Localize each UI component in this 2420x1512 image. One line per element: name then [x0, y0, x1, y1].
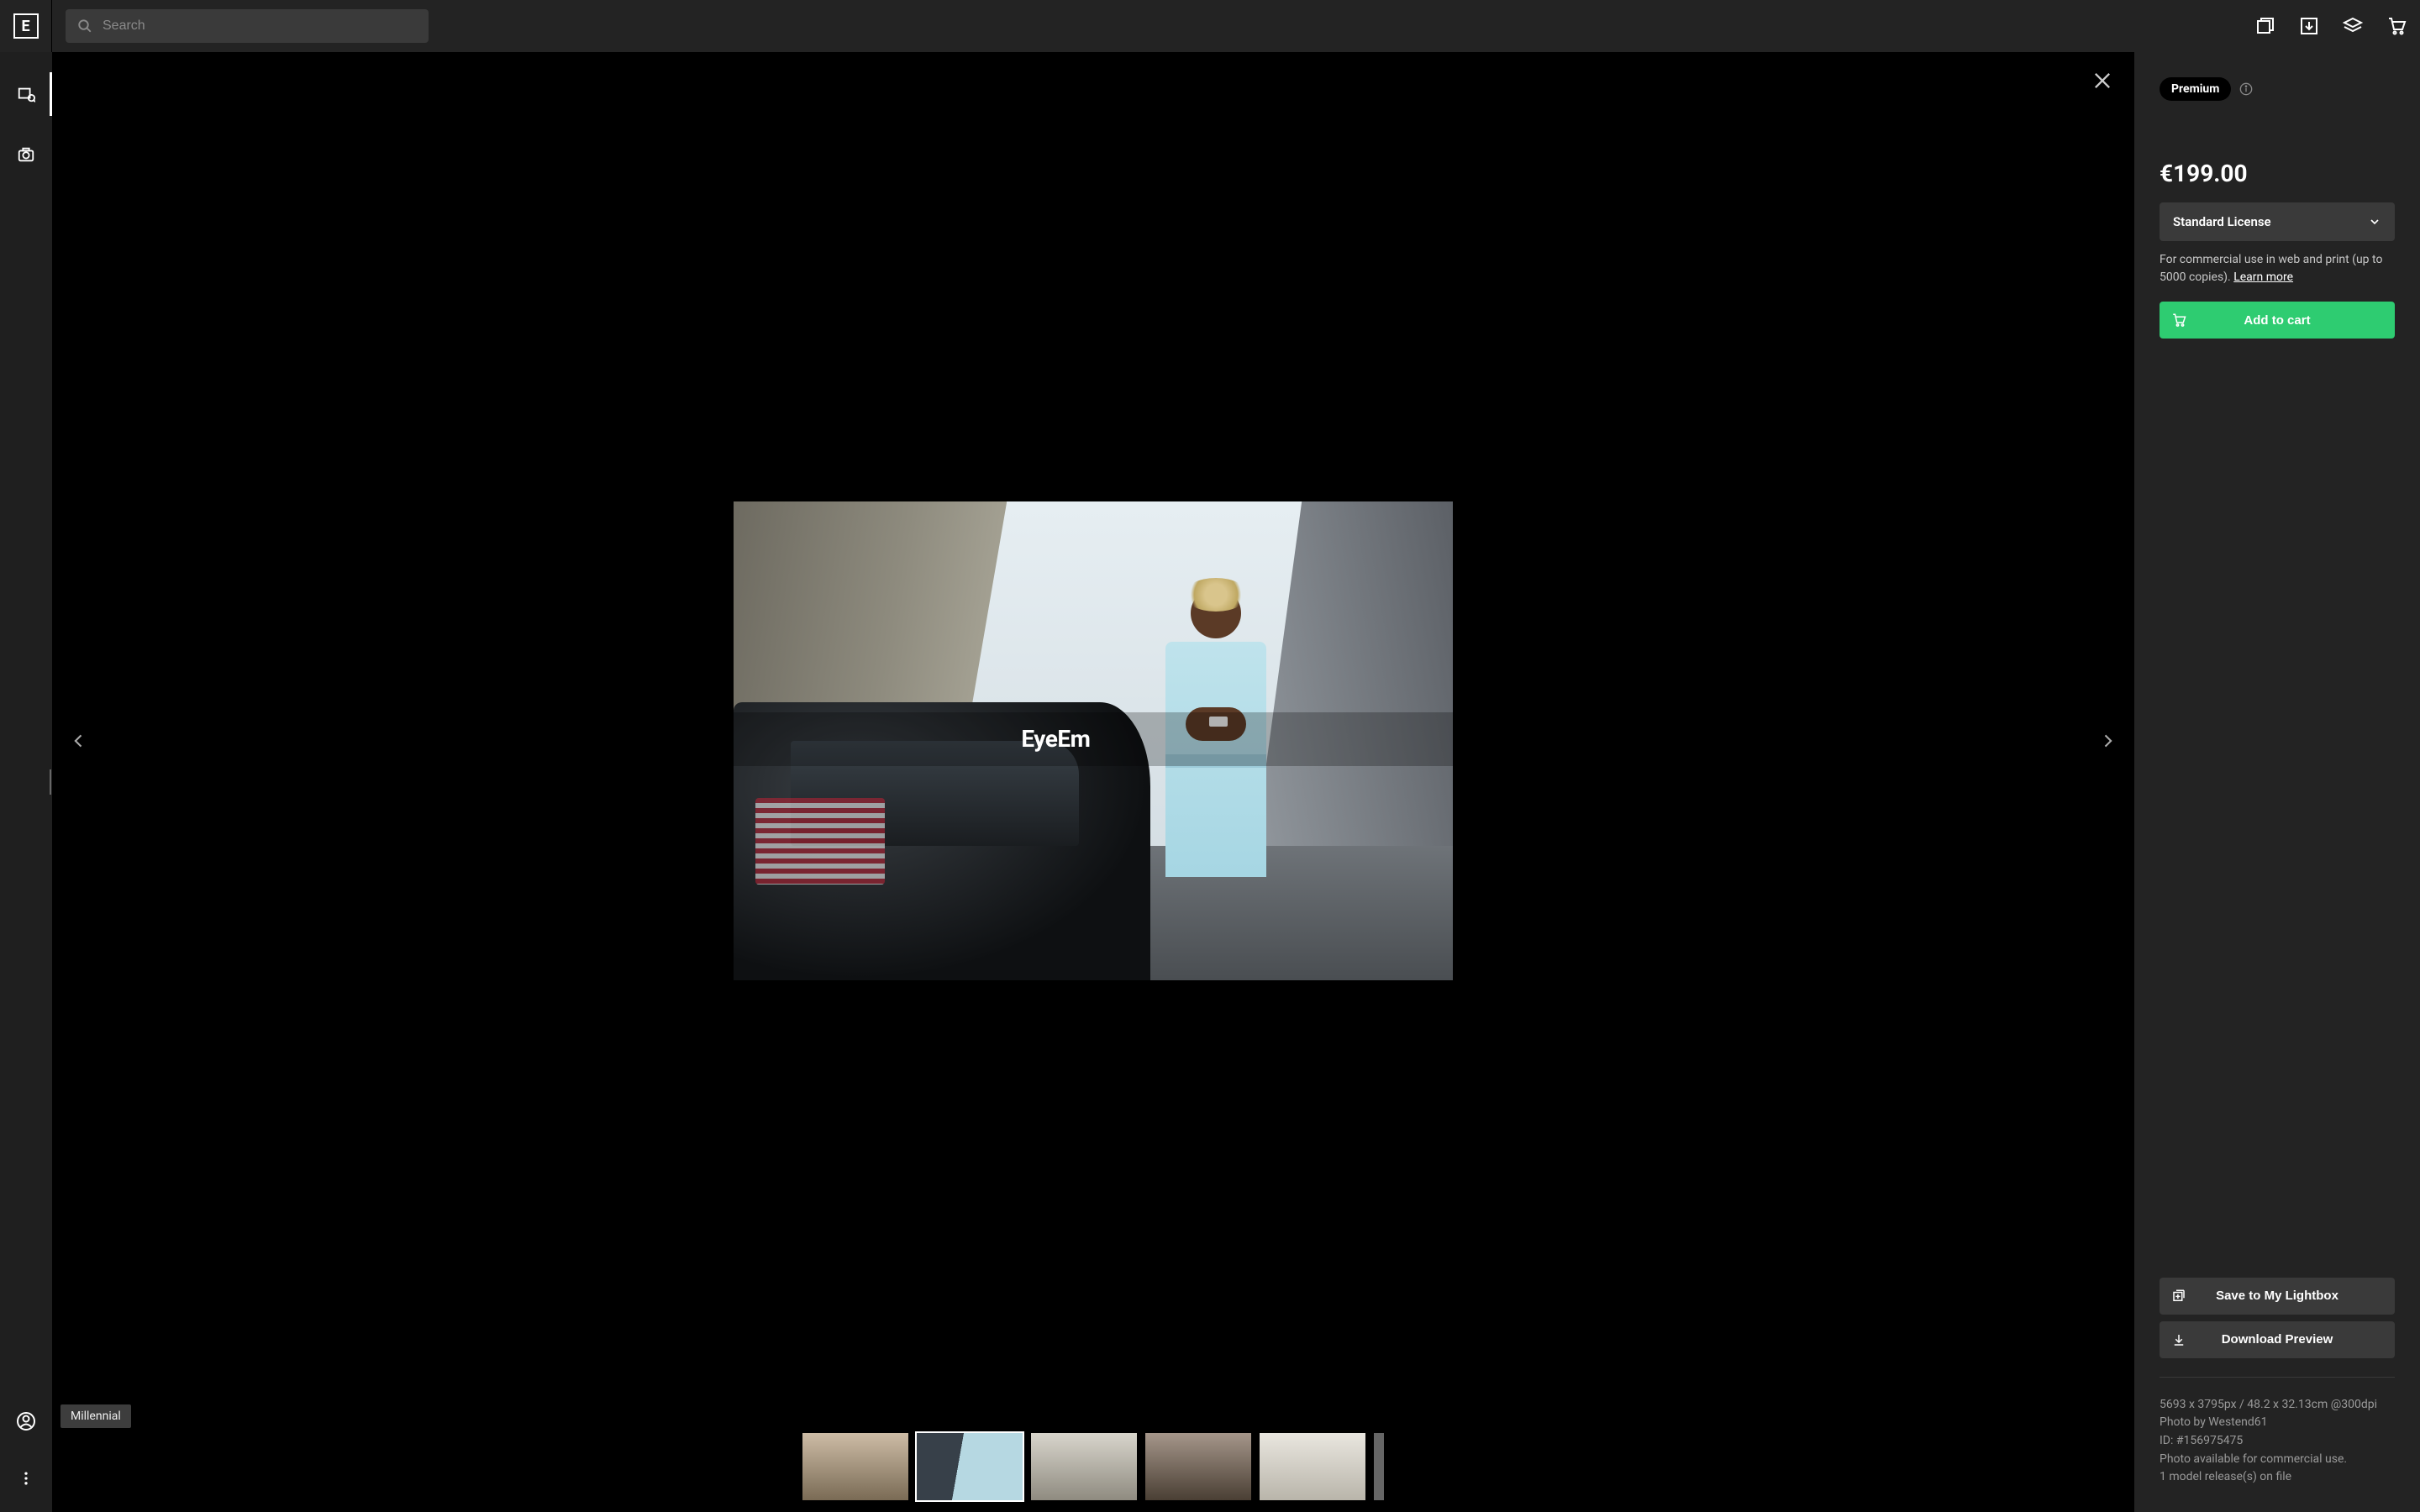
rail-camera[interactable]	[0, 138, 52, 171]
rail-account[interactable]	[0, 1404, 52, 1438]
close-viewer-button[interactable]	[2091, 69, 2118, 96]
learn-more-link[interactable]: Learn more	[2233, 270, 2293, 284]
download-icon	[2171, 1332, 2186, 1347]
watermark: EyeEm	[734, 712, 1453, 766]
meta-release: 1 model release(s) on file	[2160, 1468, 2395, 1487]
save-lightbox-button[interactable]: Save to My Lightbox	[2160, 1278, 2395, 1315]
search-input[interactable]	[66, 9, 429, 43]
prev-image-button[interactable]	[62, 716, 96, 766]
lightbox-icon[interactable]	[2255, 16, 2275, 36]
add-to-cart-button[interactable]: Add to cart	[2160, 302, 2395, 339]
thumbnail-strip	[52, 1430, 2134, 1512]
thumbnail[interactable]	[1031, 1433, 1137, 1500]
rail-more[interactable]	[0, 1462, 52, 1495]
meta-availability: Photo available for commercial use.	[2160, 1451, 2395, 1469]
content-area: EyeEm Millennial Premium	[52, 52, 2420, 1512]
image-metadata: 5693 x 3795px / 48.2 x 32.13cm @300dpi P…	[2160, 1377, 2395, 1487]
hero-image: EyeEm	[734, 501, 1453, 980]
add-to-collection-icon	[2171, 1289, 2186, 1304]
logo-cell: E	[0, 0, 52, 52]
tag-chip[interactable]: Millennial	[60, 1404, 131, 1428]
thumbnail[interactable]	[1260, 1433, 1365, 1500]
next-image-button[interactable]	[2091, 716, 2124, 766]
download-preview-button[interactable]: Download Preview	[2160, 1321, 2395, 1358]
topbar	[52, 0, 2420, 52]
cart-icon[interactable]	[2386, 16, 2407, 36]
meta-id: ID: #156975475	[2160, 1432, 2395, 1451]
license-label: Standard License	[2173, 214, 2271, 229]
license-description: For commercial use in web and print (up …	[2160, 251, 2395, 286]
details-panel: Premium €199.00 Standard License For com…	[2134, 52, 2420, 1512]
chevron-down-icon	[2368, 215, 2381, 228]
layers-icon[interactable]	[2343, 16, 2363, 36]
download-box-icon[interactable]	[2299, 16, 2319, 36]
thumbnail[interactable]	[1374, 1433, 1384, 1500]
thumbnail[interactable]	[1145, 1433, 1251, 1500]
left-rail	[0, 52, 52, 1512]
premium-badge: Premium	[2160, 77, 2231, 101]
image-viewer: EyeEm Millennial	[52, 52, 2134, 1512]
rail-discover[interactable]	[0, 77, 52, 111]
info-icon[interactable]	[2239, 82, 2253, 96]
license-select[interactable]: Standard License	[2160, 202, 2395, 241]
search-icon	[77, 18, 92, 34]
brand-logo[interactable]: E	[13, 13, 39, 39]
meta-dimensions: 5693 x 3795px / 48.2 x 32.13cm @300dpi	[2160, 1396, 2395, 1415]
thumbnail[interactable]	[802, 1433, 908, 1500]
thumbnail-active[interactable]	[917, 1433, 1023, 1500]
cart-icon	[2171, 312, 2186, 328]
meta-author: Photo by Westend61	[2160, 1414, 2395, 1432]
price: €199.00	[2160, 160, 2395, 187]
